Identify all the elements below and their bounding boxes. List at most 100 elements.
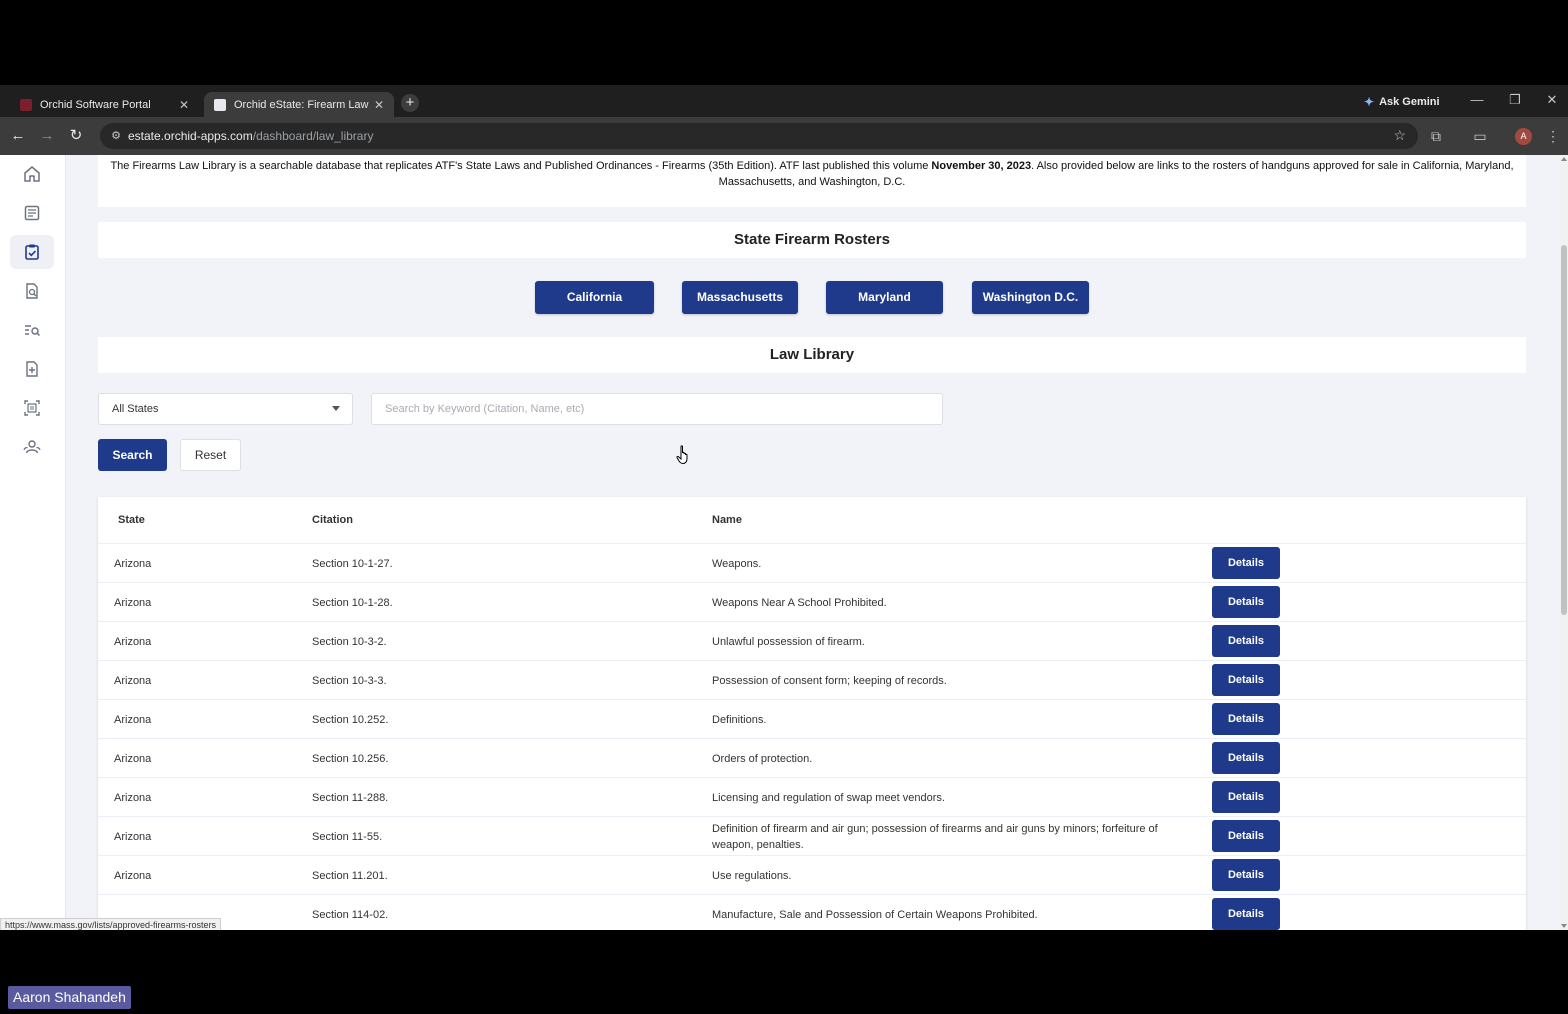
sidebar-item-users[interactable]: [10, 430, 54, 464]
cell-state: Arizona: [114, 791, 152, 804]
table-row: Arizona Section 10-3-2. Unlawful possessio…: [98, 621, 1526, 661]
law-library-heading: Law Library: [98, 337, 1526, 373]
cell-name: Possession of consent form; keeping of r…: [712, 674, 947, 687]
cell-name: Orders of protection.: [712, 752, 813, 765]
ask-gemini-button[interactable]: ✦ Ask Gemini: [1358, 93, 1448, 111]
table-row: Arizona Section 10-1-27. Weapons. Details: [98, 543, 1526, 583]
tab-title: Orchid Software Portal: [40, 98, 151, 111]
cell-citation: Section 10-1-28.: [312, 596, 393, 609]
sidebar-item-add-document[interactable]: [10, 352, 54, 386]
cell-state: Arizona: [114, 830, 152, 843]
bookmark-star-icon[interactable]: ☆: [1393, 127, 1406, 144]
state-select[interactable]: All States: [98, 393, 353, 425]
back-icon[interactable]: ←: [8, 126, 28, 146]
hand-cursor-icon: [676, 445, 688, 465]
restore-icon[interactable]: ❐: [1505, 92, 1525, 108]
url-text: estate.orchid-apps.com/dashboard/law_lib…: [128, 129, 373, 143]
roster-washington-dc-button[interactable]: Washington D.C.: [972, 281, 1089, 314]
sidebar-item-home[interactable]: [10, 157, 54, 191]
file-search-icon: [26, 283, 38, 299]
details-button[interactable]: Details: [1212, 625, 1280, 657]
search-button[interactable]: Search: [98, 439, 167, 471]
details-button[interactable]: Details: [1212, 742, 1280, 774]
status-bar-url: https://www.mass.gov/lists/approved-fire…: [0, 918, 222, 930]
reset-button[interactable]: Reset: [180, 439, 241, 471]
tab-law-library[interactable]: Orchid eState: Firearm Law Libr... ✕: [204, 92, 394, 117]
window-close-icon[interactable]: ✕: [1542, 92, 1562, 108]
extensions-icon[interactable]: ⧉: [1426, 126, 1446, 146]
tab-orchid-portal[interactable]: Orchid Software Portal ✕: [10, 92, 199, 117]
home-icon: [24, 166, 40, 182]
cell-citation: Section 11-55.: [312, 830, 383, 843]
page-content: The Firearms Law Library is a searchable…: [0, 155, 1568, 930]
browser-window: Orchid Software Portal ✕ Orchid eState: …: [0, 85, 1568, 930]
sidebar-item-documents[interactable]: [10, 196, 54, 230]
rosters-heading: State Firearm Rosters: [98, 222, 1526, 258]
roster-california-button[interactable]: California: [535, 281, 654, 314]
details-button[interactable]: Details: [1212, 664, 1280, 696]
table-row: Arizona Section 10-1-28. Weapons Near A Sc…: [98, 582, 1526, 622]
law-table: State Citation Name Arizona Section 10-1-…: [98, 497, 1526, 930]
roster-massachusetts-button[interactable]: Massachusetts: [682, 281, 798, 314]
gemini-sparkle-icon: ✦: [1364, 95, 1375, 109]
details-button[interactable]: Details: [1212, 820, 1280, 852]
table-row: Arizona Section 11.201. Use regulations. De…: [98, 855, 1526, 895]
cell-state: Arizona: [114, 635, 152, 648]
cell-citation: Section 10-3-2.: [312, 635, 387, 648]
column-header-citation: Citation: [312, 514, 353, 526]
scroll-up-arrow-icon[interactable]: [1561, 157, 1567, 161]
intro-date: November 30, 2023: [931, 160, 1032, 172]
sidebar-item-scanner[interactable]: [10, 391, 54, 425]
details-button[interactable]: Details: [1212, 859, 1280, 891]
tab-bar: Orchid Software Portal ✕ Orchid eState: …: [0, 85, 1568, 117]
table-row: Arizona Section 11-288. Licensing and regu…: [98, 777, 1526, 817]
cell-citation: Section 10.256.: [312, 752, 389, 765]
cell-state: Arizona: [114, 596, 152, 609]
sidebar-item-file-search[interactable]: [10, 274, 54, 308]
state-select-value: All States: [112, 403, 159, 415]
list-search-icon: [25, 325, 41, 337]
column-header-name: Name: [712, 514, 742, 526]
file-plus-icon: [26, 361, 38, 377]
cell-citation: Section 114-02.: [312, 908, 389, 921]
menu-dots-icon[interactable]: ⋮: [1543, 126, 1563, 146]
site-info-icon[interactable]: ⚙: [108, 128, 124, 144]
cell-name: Manufacture, Sale and Possession of Cert…: [712, 908, 1038, 921]
sidebar-item-law-library[interactable]: [10, 235, 54, 269]
address-bar[interactable]: ⚙ estate.orchid-apps.com/dashboard/law_l…: [100, 123, 1418, 149]
cell-citation: Section 11-288.: [312, 791, 389, 804]
url-domain: estate.orchid-apps.com: [128, 129, 253, 143]
cell-name: Definitions.: [712, 713, 767, 726]
favicon-icon: [214, 98, 226, 111]
sidebar-item-search-list[interactable]: [10, 313, 54, 347]
users-icon: [23, 440, 41, 454]
close-icon[interactable]: ✕: [177, 98, 191, 112]
cell-name: Weapons.: [712, 557, 762, 570]
details-button[interactable]: Details: [1212, 703, 1280, 735]
details-button[interactable]: Details: [1212, 898, 1280, 930]
url-path: /dashboard/law_library: [252, 129, 374, 143]
side-panel-icon[interactable]: ▭: [1470, 126, 1490, 146]
details-button[interactable]: Details: [1212, 547, 1280, 579]
keyword-search-input[interactable]: [371, 393, 943, 425]
table-row: Arizona Section 11-55. Definition of firea…: [98, 816, 1526, 856]
scrollbar-thumb[interactable]: [1561, 245, 1567, 615]
chevron-down-icon: [332, 406, 340, 411]
forward-icon[interactable]: →: [37, 126, 57, 146]
page-scrollbar[interactable]: [1560, 155, 1568, 930]
intro-text: The Firearms Law Library is a searchable…: [98, 155, 1526, 207]
minimize-icon[interactable]: —: [1467, 92, 1487, 107]
reload-icon[interactable]: ↻: [66, 126, 86, 146]
scroll-down-arrow-icon[interactable]: [1561, 924, 1567, 928]
roster-maryland-button[interactable]: Maryland: [826, 281, 943, 314]
new-tab-button[interactable]: +: [401, 94, 419, 112]
details-button[interactable]: Details: [1212, 781, 1280, 813]
profile-avatar[interactable]: A: [1515, 128, 1532, 145]
cell-citation: Section 10-3-3.: [312, 674, 387, 687]
details-button[interactable]: Details: [1212, 586, 1280, 618]
table-row: Arizona Section 10.252. Definitions. Detail…: [98, 699, 1526, 739]
cell-name: Weapons Near A School Prohibited.: [712, 596, 887, 609]
cell-state: Arizona: [114, 869, 152, 882]
close-icon[interactable]: ✕: [372, 98, 386, 112]
intro-text-part1: The Firearms Law Library is a searchable…: [110, 160, 932, 172]
